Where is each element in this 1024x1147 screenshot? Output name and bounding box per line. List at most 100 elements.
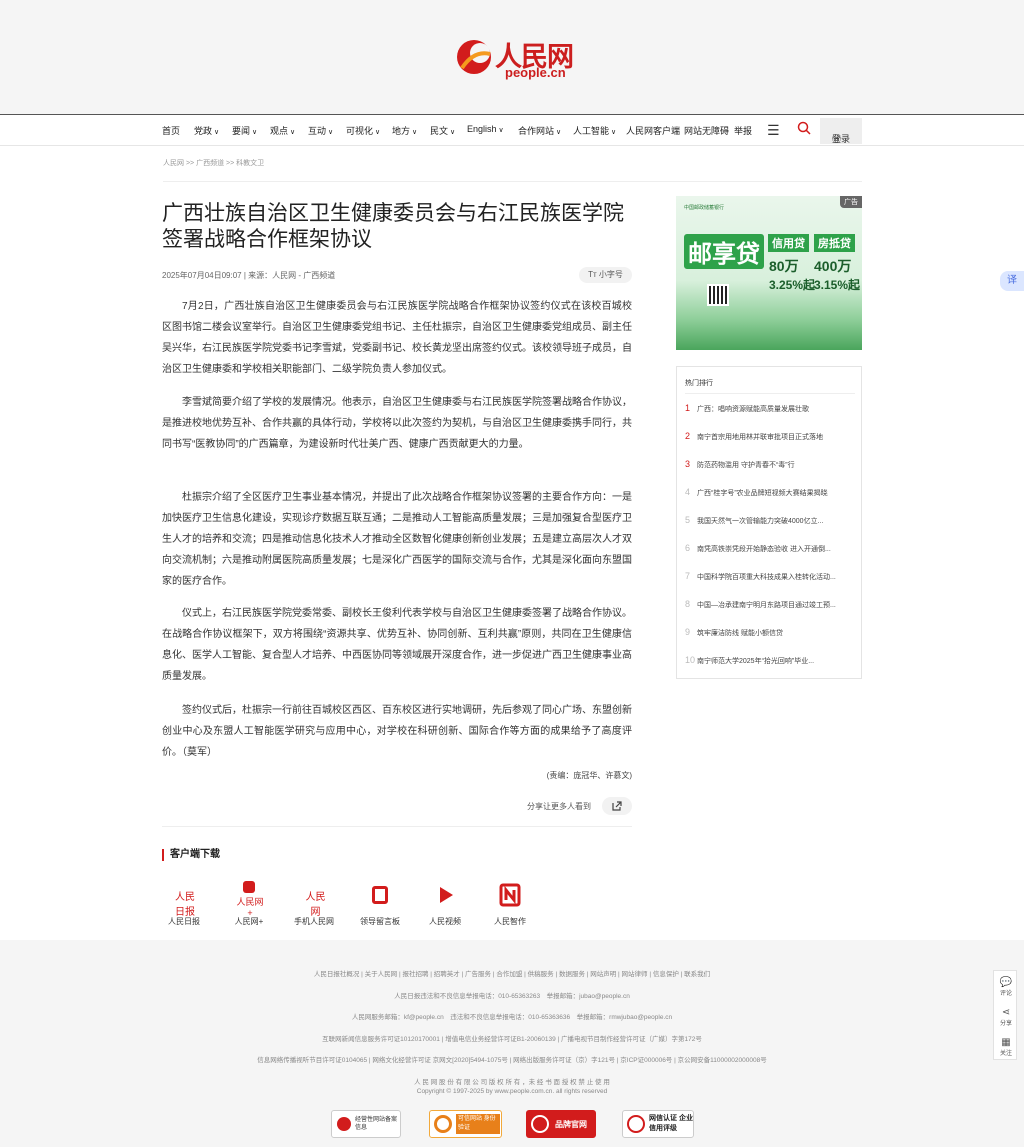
chevron-down-icon: ∨ (556, 129, 562, 136)
article-paragraph: 杜振宗介绍了全区医疗卫生事业基本情况，并提出了此次战略合作框架协议签署的主要合作… (162, 492, 632, 587)
app-people-video[interactable]: 人民视频 (417, 880, 473, 927)
share-text: 分享让更多人看到 (527, 802, 591, 811)
hot-item[interactable]: 10 南宁师范大学2025年“拾光回响”毕业... (685, 655, 855, 666)
logo-subtext: people.cn (505, 65, 566, 80)
footer-text: 信息网络传播视听节目许可证0104065 | 网络文化经营许可证 京网文[202… (257, 1057, 767, 1064)
ad-bank-name: 中国邮政储蓄银行 (684, 205, 725, 211)
chevron-down-icon: ∨ (214, 129, 220, 136)
footer-copyright: 人 民 网 股 份 有 限 公 司 版 权 所 有 ，未 经 书 面 授 权 禁… (414, 1079, 610, 1086)
ad-banner[interactable]: 广告 中国邮政储蓄银行 邮享贷 信用贷 房抵贷 80万 400万 3.25%起 … (676, 196, 862, 350)
divider (163, 181, 862, 182)
article-meta: 2025年07月04日09:07 | 来源：人民网 - 广西频道 (162, 271, 336, 280)
nav-opinion[interactable]: 观点 ∨ (270, 124, 295, 137)
article-paragraph: 签约仪式后，杜振宗一行前往百城校区西区、百东校区进行实地调研，先后参观了同心广场… (162, 705, 632, 758)
nav-accessibility[interactable]: 网站无障碍 (684, 124, 729, 137)
breadcrumb[interactable]: 人民网 >> 广西频道 >> 科教文卫 (163, 158, 264, 168)
ad-tag: 广告 (840, 196, 862, 208)
app-download-heading: 客户端下载 (162, 849, 220, 861)
app-people-ai[interactable]: 人民智作 (482, 880, 538, 927)
ad-tab-credit: 信用贷 (768, 234, 809, 252)
nav-party[interactable]: 党政 ∨ (194, 124, 219, 137)
divider (162, 826, 632, 827)
nav-client[interactable]: 人民网客户端 (626, 124, 680, 137)
badge-brand-site[interactable]: 品牌官网 (526, 1110, 596, 1138)
hot-item[interactable]: 1 广西：唱响资源赋能高质量发展壮歌 (685, 403, 855, 414)
ad-amount: 400万 (814, 258, 852, 274)
chevron-down-icon: ∨ (450, 129, 456, 136)
nav-news[interactable]: 要闻 ∨ (232, 124, 257, 137)
hot-item[interactable]: 7 中国科学院百项重大科技成果入桂转化活动... (685, 571, 855, 582)
share-button[interactable] (602, 797, 632, 815)
shield-icon (337, 1117, 351, 1131)
menu-icon[interactable]: ☰ (767, 122, 780, 139)
nav-visual[interactable]: 可视化 ∨ (346, 124, 380, 137)
footer-copyright: Copyright © 1997-2025 by www.people.com.… (416, 1088, 608, 1095)
people-plus-icon: 人民网+ (234, 880, 264, 918)
ad-rate: 3.15%起 (814, 278, 861, 292)
side-toolbar: 💬 评论 ⋖ 分享 ▦ 关注 (993, 970, 1017, 1060)
badge-cyber-cert[interactable]: 网信认证 企业信用评级 (622, 1110, 694, 1138)
search-icon[interactable] (797, 121, 811, 135)
article-editor: (责编：庞冠华、许慕文) (546, 771, 632, 780)
trusted-site-icon (434, 1115, 452, 1133)
translate-icon[interactable]: 译 (1000, 271, 1024, 291)
nav-local[interactable]: 地方 ∨ (392, 124, 417, 137)
badge-icp[interactable]: 经营性网站备案信息 (331, 1110, 401, 1138)
nav-english[interactable]: English ∨ (467, 124, 504, 134)
app-leader-board[interactable]: 领导留言板 (352, 880, 408, 927)
chevron-down-icon: ∨ (375, 129, 381, 136)
hot-item[interactable]: 4 广西“桂字号”农业品牌短视频大赛结果揭晓 (685, 487, 855, 498)
people-daily-icon: 人民日报 (175, 892, 195, 918)
cert-seal-icon (627, 1115, 645, 1133)
article-paragraph: 仪式上，右江民族医学院党委常委、副校长王俊利代表学校与自治区卫生健康委签署了战略… (162, 608, 632, 682)
divider (685, 393, 855, 394)
article-paragraph: 7月2日，广西壮族自治区卫生健康委员会与右江民族医学院战略合作框架协议签约仪式在… (162, 301, 632, 375)
hot-item[interactable]: 8 中国—冶承建南宁明月东路项目通过竣工预... (685, 599, 855, 610)
hot-item[interactable]: 3 防范药物滥用 守护青春不“毒”行 (685, 459, 855, 470)
footer-text: 人民日报违法和不良信息举报电话：010-65363263 举报邮箱：jubao@… (394, 993, 630, 1000)
ad-rate: 3.25%起 (769, 278, 816, 292)
footer-links[interactable]: 人民日报社概况 | 关于人民网 | 报社招聘 | 招聘英才 | 广告服务 | 合… (0, 968, 1024, 978)
nav-home[interactable]: 首页 (162, 124, 180, 137)
chevron-down-icon: ∨ (290, 129, 296, 136)
follow-button[interactable]: ▦ 关注 (994, 1037, 1018, 1057)
app-mobile-people[interactable]: 人民网 手机人民网 (286, 880, 342, 927)
qr-code-icon: ▦ (1001, 1037, 1011, 1048)
nav-ethnic[interactable]: 民文 ∨ (430, 124, 455, 137)
ad-brand: 邮享贷 (684, 234, 764, 269)
hot-item[interactable]: 5 我国天然气一次管输能力突破4000亿立... (685, 515, 855, 526)
share-icon: ⋖ (1001, 1007, 1011, 1018)
nav-ai[interactable]: 人工智能 ∨ (573, 124, 616, 137)
article-paragraph: 李雪斌简要介绍了学校的发展情况。他表示，自治区卫生健康委与右江民族医学院签署战略… (162, 397, 632, 450)
comment-icon: 💬 (999, 977, 1013, 988)
login-button[interactable]: ⓐ 登录 (820, 118, 862, 144)
badge-trusted-site[interactable]: 可信网站 身份验证 (429, 1110, 502, 1138)
mobile-people-icon: 人民网 (305, 892, 326, 918)
nav-interact[interactable]: 互动 ∨ (308, 124, 333, 137)
ad-tab-mortgage: 房抵贷 (814, 234, 855, 252)
share-side-button[interactable]: ⋖ 分享 (994, 1007, 1018, 1027)
app-people-plus[interactable]: 人民网+ 人民网+ (221, 880, 277, 927)
ad-amount: 80万 (769, 258, 799, 274)
nav-partners[interactable]: 合作网站 ∨ (518, 124, 561, 137)
main-nav: 首页 党政 ∨ 要闻 ∨ 观点 ∨ 互动 ∨ 可视化 ∨ 地方 ∨ 民文 ∨ English ∨… (0, 116, 1024, 146)
qr-code-icon (707, 284, 729, 306)
chevron-down-icon: ∨ (252, 129, 258, 136)
chevron-down-icon: ∨ (611, 129, 617, 136)
chevron-down-icon: ∨ (412, 129, 418, 136)
hot-ranking-panel: 热门排行 1 广西：唱响资源赋能高质量发展壮歌 2 南宁首宗用地用林并联审批项目正式… (676, 366, 862, 679)
app-people-daily[interactable]: 人民日报 人民日报 (156, 880, 212, 927)
share-icon (612, 801, 622, 811)
comment-button[interactable]: 💬 评论 (994, 977, 1018, 997)
hot-item[interactable]: 6 南凭高铁崇凭段开始静态验收 进入开通倒... (685, 543, 855, 554)
play-icon (430, 880, 460, 910)
chevron-down-icon: ∨ (498, 127, 504, 134)
message-board-icon (365, 880, 395, 910)
font-size-toggle[interactable]: Tт 小字号 (579, 267, 632, 283)
chevron-down-icon: ∨ (328, 129, 334, 136)
hot-item[interactable]: 9 筑牢廉洁防线 赋能小额信贷 (685, 627, 855, 638)
hot-item[interactable]: 2 南宁首宗用地用林并联审批项目正式落地 (685, 431, 855, 442)
footer-text: 人民网服务邮箱：kf@people.cn 违法和不良信息举报电话：010-653… (351, 1014, 673, 1021)
nav-report[interactable]: 举报 (734, 124, 752, 137)
brand-seal-icon (531, 1115, 549, 1133)
